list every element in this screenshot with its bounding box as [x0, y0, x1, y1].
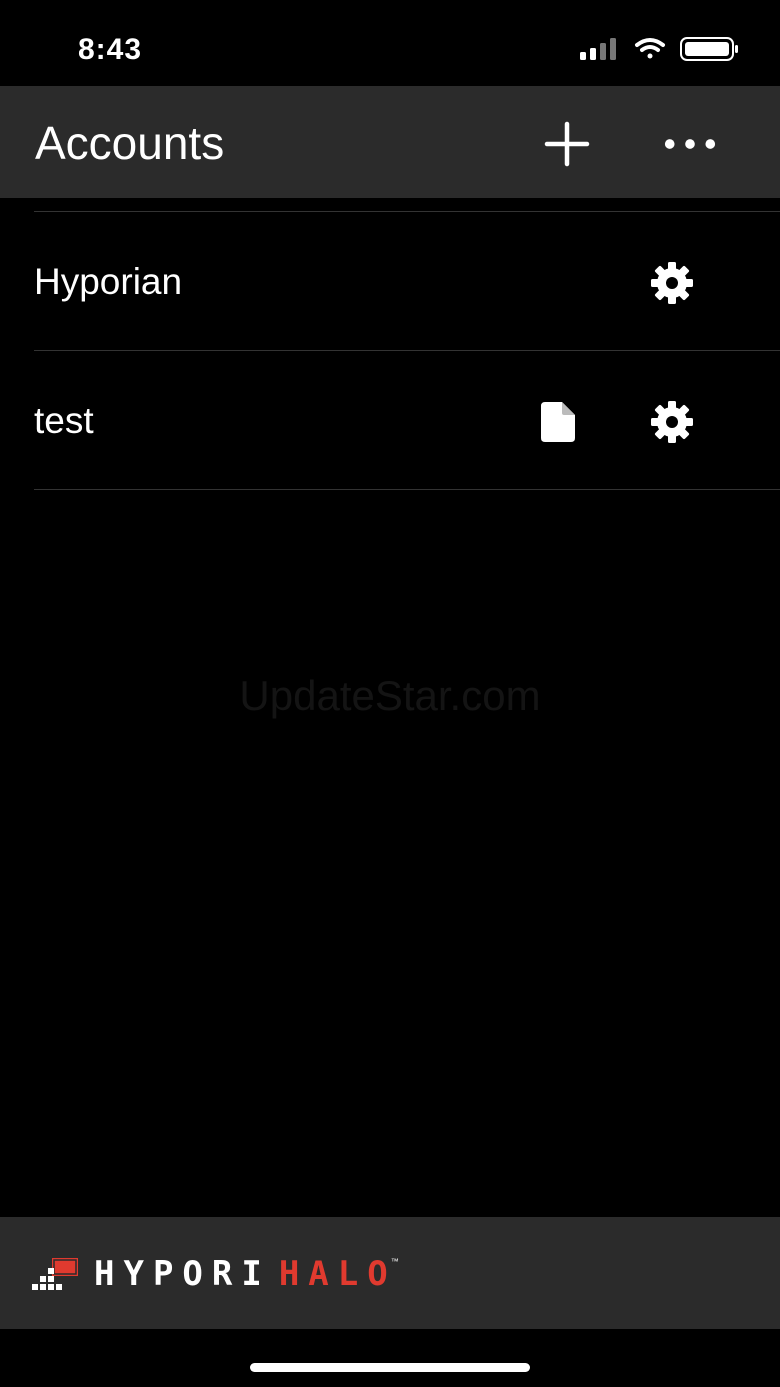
- hypori-logo-icon: [32, 1258, 78, 1290]
- cellular-signal-icon: [580, 38, 616, 60]
- plus-icon: [544, 121, 590, 167]
- account-document-button[interactable]: [535, 399, 581, 445]
- brand-name-primary: HYPORI: [94, 1254, 271, 1294]
- brand-name-secondary: HALO: [278, 1254, 397, 1294]
- account-row-test[interactable]: test: [0, 351, 780, 490]
- ellipsis-icon: [664, 139, 716, 149]
- gear-icon: [651, 262, 693, 304]
- gear-icon: [651, 401, 693, 443]
- nav-header: Accounts: [0, 86, 780, 198]
- account-row-hyporian[interactable]: Hyporian: [0, 212, 780, 351]
- status-icons: [580, 36, 740, 66]
- account-settings-button[interactable]: [649, 260, 695, 306]
- add-account-button[interactable]: [539, 116, 595, 172]
- status-time: 8:43: [78, 33, 143, 66]
- account-name: Hyporian: [34, 261, 183, 302]
- more-options-button[interactable]: [662, 116, 718, 172]
- status-bar: 8:43: [0, 0, 780, 86]
- account-settings-button[interactable]: [649, 399, 695, 445]
- account-name: test: [34, 400, 94, 441]
- document-icon: [541, 402, 575, 442]
- brand-logo: HYPORI HALO ™: [32, 1255, 399, 1293]
- watermark: UpdateStar.com: [239, 672, 541, 719]
- page-title: Accounts: [35, 117, 225, 169]
- home-indicator[interactable]: [250, 1363, 530, 1372]
- footer-bar: HYPORI HALO ™: [0, 1217, 780, 1329]
- trademark-symbol: ™: [390, 1257, 399, 1266]
- battery-icon: [680, 37, 738, 61]
- wifi-icon: [635, 38, 665, 59]
